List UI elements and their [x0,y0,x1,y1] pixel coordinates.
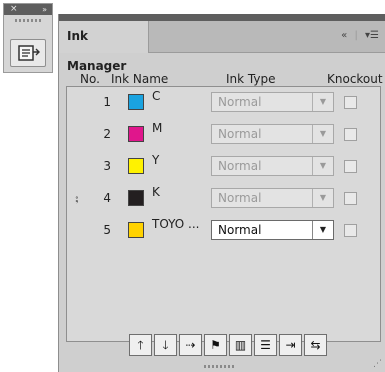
ink-row[interactable]: 2 M Normal ▼ [67,119,380,151]
ink-row[interactable]: 5 TOYO ... Normal ▼ [67,215,380,247]
ink-swatch [128,158,144,174]
ink-alias-button[interactable]: ⇢ [179,334,202,356]
chevron-down-icon: ▼ [312,125,333,143]
ink-type-select: Normal ▼ [211,156,334,176]
ink-type-select: Normal ▼ [211,124,334,144]
ink-name: TOYO ... [152,217,200,231]
ink-name: K [152,185,160,199]
knockout-checkbox [344,192,357,205]
proof-button[interactable]: ⚑ [204,334,227,356]
dock-grip[interactable] [15,19,41,22]
ink-row[interactable]: 3 Y Normal ▼ [67,151,380,183]
chevron-down-icon: ▼ [312,157,333,175]
ink-type-value: Normal [218,223,262,237]
column-header-ink-type: Ink Type [226,72,276,86]
close-icon[interactable]: × [10,4,18,15]
column-header-knockout: Knockout [327,72,383,86]
ink-number: 5 [103,223,111,237]
ink-list: 1 C Normal ▼ 2 M Normal ▼ 3 Y Normal ▼ ⨟ 4 … [66,86,381,342]
ink-type-value: Normal [218,191,262,205]
knockout-checkbox [344,224,357,237]
collapse-panel-icon[interactable]: « [341,30,347,41]
ink-number: 2 [103,127,111,141]
chevron-down-icon: ▼ [312,93,333,111]
ink-swatch [128,222,144,238]
chevron-down-icon: ▼ [312,189,333,207]
panel-title-bar[interactable] [59,14,385,21]
chevron-down-icon[interactable]: ▼ [312,221,333,239]
ink-number: 1 [103,95,111,109]
knockout-checkbox [344,128,357,141]
ink-swatch [128,126,144,142]
ink-number: 4 [103,191,111,205]
move-up-button[interactable]: 🡑 [129,334,152,356]
ink-type-select[interactable]: Normal ▼ [211,220,334,240]
tab-ink-manager[interactable]: Ink Manager [59,21,149,73]
ink-type-value: Normal [218,127,262,141]
ink-swatch [128,190,144,206]
move-down-button[interactable]: 🡓 [154,334,177,356]
ink-manager-panel: Ink Manager « | ▾☰ No. Ink Name Ink Type… [58,14,385,372]
ink-number: 3 [103,159,111,173]
ink-type-value: Normal [218,159,262,173]
ink-type-value: Normal [218,95,262,109]
ink-name: C [152,89,161,103]
ink-swatch [128,94,144,110]
panel-menu-icon[interactable]: ▾☰ [365,30,379,41]
knockout-checkbox [344,160,357,173]
ink-manager-icon [18,45,40,61]
column-header-no: No. [80,72,100,86]
proof-flag-icon[interactable]: ⨟ [75,191,79,206]
panel-tab-strip: Ink Manager « | ▾☰ [59,21,385,73]
knockout-checkbox [344,96,357,109]
ink-row[interactable]: 1 C Normal ▼ [67,87,380,119]
merge-ink-button[interactable]: ⇥ [279,334,302,356]
ink-manager-dock-button[interactable] [10,39,46,67]
ink-list-button[interactable]: ☰ [254,334,277,356]
panel-controls: « | ▾☰ [341,30,379,41]
dock-header: × » [4,4,52,15]
ink-name: Y [152,153,160,167]
column-header-ink-name: Ink Name [111,72,169,86]
ink-name: M [152,121,163,135]
collapse-icon[interactable]: » [42,4,47,15]
convert-ink-button[interactable]: ⇆ [304,334,327,356]
ink-type-select: Normal ▼ [211,188,334,208]
ink-levels-button[interactable]: ▥ [229,334,252,356]
collapsed-panel-dock: × » [3,3,53,73]
ink-type-select: Normal ▼ [211,92,334,112]
ink-row[interactable]: ⨟ 4 K Normal ▼ [67,183,380,215]
panel-bottom-grip[interactable] [204,365,234,368]
resize-handle-icon[interactable]: ⋰ [373,359,382,369]
